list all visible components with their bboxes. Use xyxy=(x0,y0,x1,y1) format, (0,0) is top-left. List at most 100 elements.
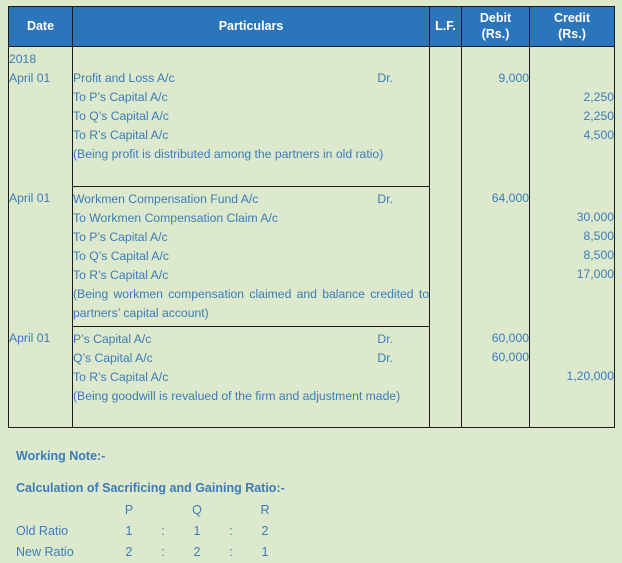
account-line: To Q’s Capital A/c xyxy=(73,107,429,126)
column-header-debit-title: Debit xyxy=(479,11,512,25)
account-name: To Workmen Compensation Claim A/c xyxy=(73,210,279,225)
entry-date-cell: 2018 April 01 xyxy=(8,46,73,187)
debit-marker: Dr. xyxy=(377,191,393,206)
ratio-value: 1 xyxy=(193,524,201,539)
account-name: To Q’s Capital A/c xyxy=(73,109,169,124)
amount-blank xyxy=(530,69,614,88)
entry-date-cell: April 01 xyxy=(8,326,73,428)
column-header-particulars: Particulars xyxy=(72,5,430,48)
amount-blank xyxy=(530,145,614,164)
amount-blank xyxy=(530,405,614,424)
credit-amount: 4,500 xyxy=(583,128,615,143)
debit-amount: 9,000 xyxy=(498,71,530,86)
entry-particulars-cell: Workmen Compensation Fund A/c Dr. To Workm… xyxy=(72,185,430,327)
journal-entry-row: April 01 P’s Capital A/c Dr. Q’s Capital A/… xyxy=(8,325,615,428)
amount-blank xyxy=(530,189,614,208)
ratio-partner-header: Q xyxy=(192,503,202,518)
entry-credit-cell: 1,20,000 xyxy=(529,326,615,428)
account-name: Profit and Loss A/c xyxy=(73,71,175,86)
account-name: To P’s Capital A/c xyxy=(73,90,168,105)
account-line: To Q’s Capital A/c xyxy=(73,247,429,266)
debit-marker: Dr. xyxy=(377,71,393,86)
entry-lf-cell xyxy=(429,46,462,187)
working-note-section: Working Note:- Calculation of Sacrificin… xyxy=(8,446,614,563)
entry-debit-cell: 9,000 xyxy=(461,46,530,187)
account-line: To Workmen Compensation Claim A/c xyxy=(73,209,429,228)
ratio-separator: : xyxy=(161,524,165,539)
column-header-credit-title: Credit xyxy=(553,11,591,25)
entry-date-cell: April 01 xyxy=(8,186,73,327)
entry-narration: (Being workmen compensation claimed and … xyxy=(73,286,429,320)
ratio-separator: : xyxy=(229,524,233,539)
amount-blank xyxy=(462,386,529,405)
credit-amount: 2,250 xyxy=(583,90,615,105)
amount-blank xyxy=(462,303,529,322)
ratio-value: 1 xyxy=(261,545,269,560)
column-header-credit: Credit (Rs.) xyxy=(529,5,615,48)
amount-blank xyxy=(530,284,614,303)
credit-amount: 8,500 xyxy=(583,248,615,263)
journal-entry-row: April 01 Workmen Compensation Fund A/c Dr.… xyxy=(8,185,615,327)
ratio-separator: : xyxy=(161,545,165,560)
credit-amount: 8,500 xyxy=(583,229,615,244)
amount-blank xyxy=(462,145,529,164)
entry-particulars-cell: Profit and Loss A/c Dr. To P’s Capital A/c… xyxy=(72,46,430,187)
credit-amount: 1,20,000 xyxy=(566,369,614,384)
amount-blank xyxy=(462,367,529,386)
account-line: Q’s Capital A/c Dr. xyxy=(73,349,429,368)
ratio-separator: : xyxy=(229,545,233,560)
ratio-row: New Ratio 2: 2: 1 xyxy=(16,542,282,563)
debit-amount: 60,000 xyxy=(491,331,529,346)
header-row: Date Particulars L.F. Debit (Rs.) Credit… xyxy=(8,5,615,48)
ratio-row-label: Old Ratio xyxy=(16,524,69,539)
amount-blank xyxy=(462,126,529,145)
ratio-header-row: P Q R xyxy=(16,500,282,521)
account-name: To P’s Capital A/c xyxy=(73,229,168,244)
table-header: Date Particulars L.F. Debit (Rs.) Credit… xyxy=(8,5,615,48)
ratio-header-blank xyxy=(16,500,112,521)
account-line: To R’s Capital A/c xyxy=(73,368,429,387)
account-line: Profit and Loss A/c Dr. xyxy=(73,69,429,88)
amount-blank xyxy=(462,164,529,183)
column-header-debit-unit: (Rs.) xyxy=(481,26,510,41)
entry-lf-cell xyxy=(429,326,462,428)
entry-credit-cell: 30,000 8,500 8,500 17,000 xyxy=(529,186,615,327)
entry-narration: (Being goodwill is revalued of the firm … xyxy=(73,388,401,403)
entry-lf-cell xyxy=(429,186,462,327)
ratio-value: 2 xyxy=(125,545,133,560)
amount-blank xyxy=(530,303,614,322)
amount-blank xyxy=(530,348,614,367)
amount-spacer xyxy=(462,50,529,69)
column-header-debit: Debit (Rs.) xyxy=(461,5,530,48)
ratio-partner-header: P xyxy=(124,503,134,518)
amount-blank xyxy=(462,208,529,227)
entry-debit-cell: 64,000 xyxy=(461,186,530,327)
account-name: P’s Capital A/c xyxy=(73,331,152,346)
account-name: Q’s Capital A/c xyxy=(73,350,153,365)
journal-page: Date Particulars L.F. Debit (Rs.) Credit… xyxy=(0,0,622,559)
journal-entry-row: 2018 April 01 Profit and Loss A/c Dr. To P’… xyxy=(8,46,615,187)
ratio-value: 2 xyxy=(261,524,269,539)
amount-blank xyxy=(530,386,614,405)
ratio-partner-header: R xyxy=(260,503,270,518)
account-name: To R’s Capital A/c xyxy=(73,267,169,282)
entry-date: April 01 xyxy=(9,191,51,206)
debit-amount: 60,000 xyxy=(491,350,529,365)
table-body: 2018 April 01 Profit and Loss A/c Dr. To P’… xyxy=(8,46,615,428)
account-line: P’s Capital A/c Dr. xyxy=(73,330,429,349)
entry-year: 2018 xyxy=(9,52,37,67)
working-note-spacer xyxy=(16,466,614,478)
credit-amount: 2,250 xyxy=(583,109,615,124)
entry-debit-cell: 60,000 60,000 xyxy=(461,326,530,428)
ratio-row: Old Ratio 1: 1: 2 xyxy=(16,521,282,542)
entry-credit-cell: 2,250 2,250 4,500 xyxy=(529,46,615,187)
debit-amount: 64,000 xyxy=(491,191,529,206)
amount-blank xyxy=(462,284,529,303)
account-line: To R’s Capital A/c xyxy=(73,126,429,145)
journal-entry-table: Date Particulars L.F. Debit (Rs.) Credit… xyxy=(8,5,615,429)
credit-amount: 30,000 xyxy=(576,210,614,225)
amount-blank xyxy=(530,164,614,183)
debit-marker: Dr. xyxy=(377,350,393,365)
ratio-table-body: P Q R Old Ratio 1: 1: 2 New Ratio 2: 2: 1 xyxy=(16,500,282,563)
column-header-credit-unit: (Rs.) xyxy=(558,26,586,41)
